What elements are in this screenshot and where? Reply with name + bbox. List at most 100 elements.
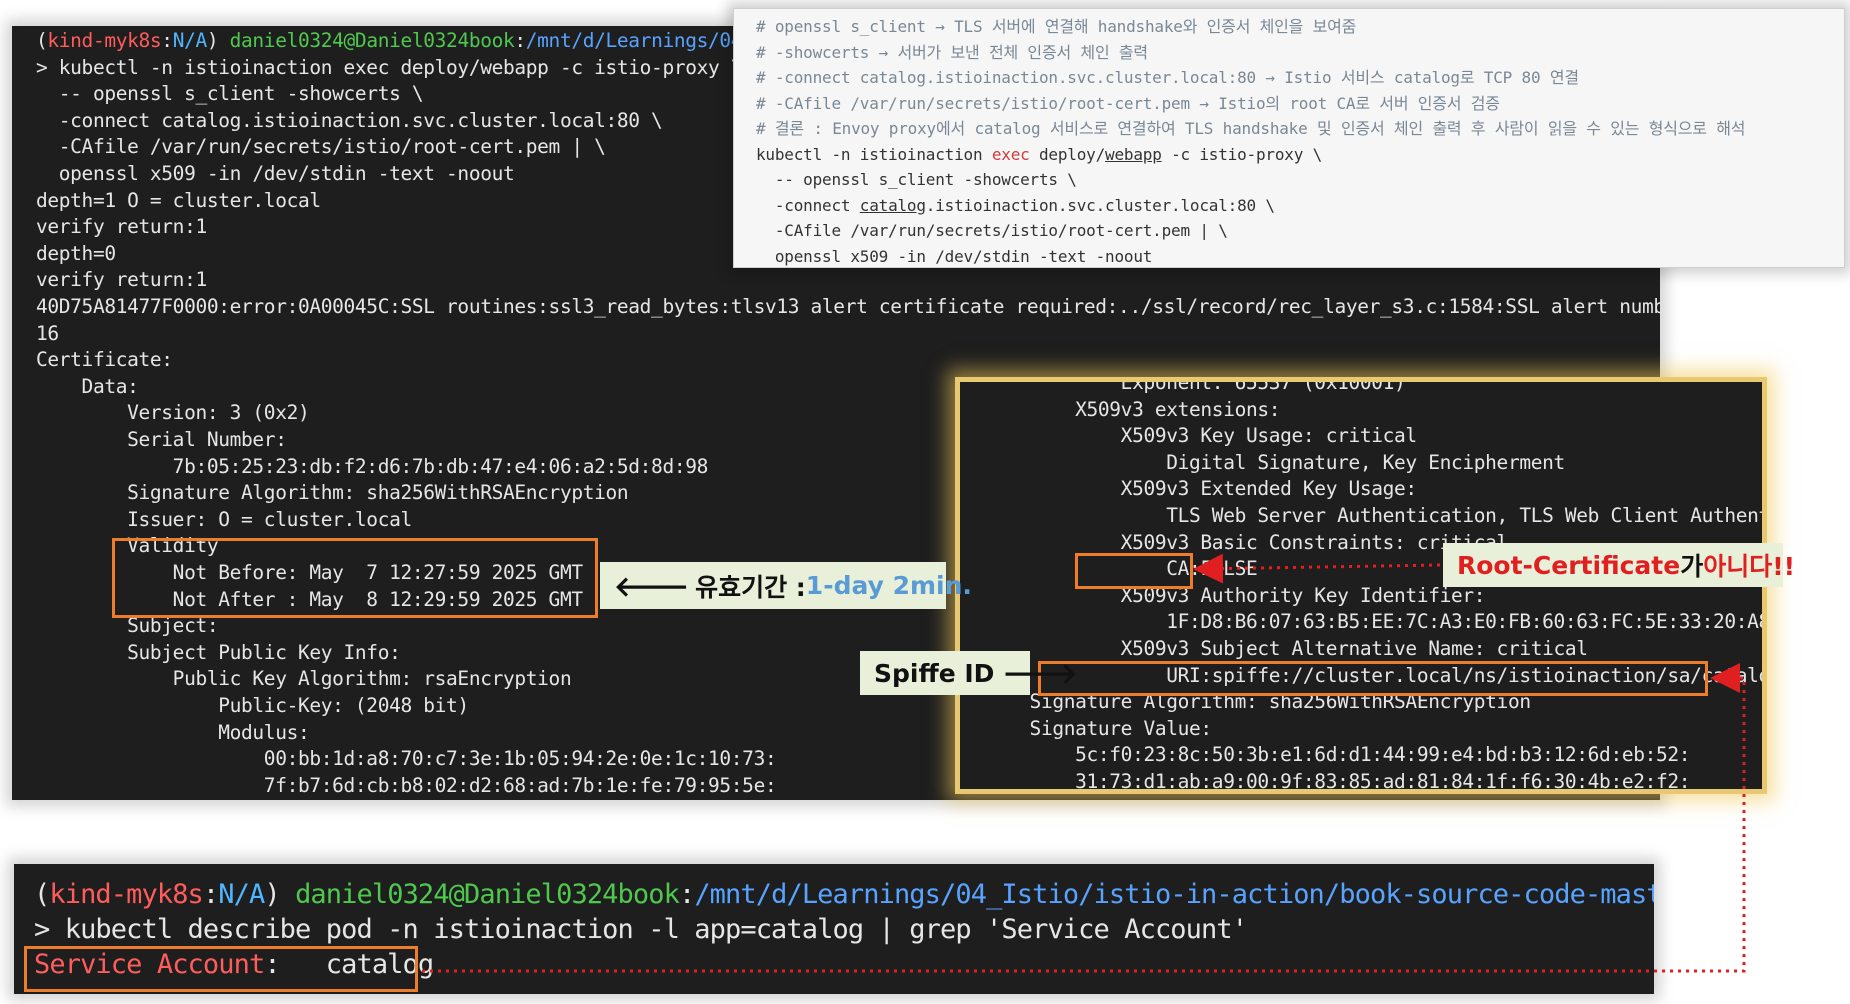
note-line-segment: # -CAfile /var/run/secrets/istio/root-ce… (756, 93, 1500, 113)
terminal-line: Signature Algorithm: sha256WithRSAEncryp… (36, 480, 629, 506)
terminal-line: 00:bb:1d:a8:70:c7:3e:1b:05:94:2e:0e:1c:1… (36, 746, 777, 772)
root-certificate-callout: Root-Certificate 가 아니다!! (1443, 543, 1795, 587)
note-line-segment: # -showcerts → 서버가 보낸 전체 인증서 체인 출력 (756, 42, 1148, 62)
extension-line: TLS Web Server Authentication, TLS Web C… (984, 503, 1767, 529)
extension-line-segment: X509v3 Extended Key Usage: (984, 477, 1418, 501)
terminal-line-segment: ( (36, 29, 48, 52)
service-account-highlight-box (24, 946, 418, 992)
note-line: # -connect catalog.istioinaction.svc.clu… (756, 65, 1579, 90)
terminal-line-segment: -connect catalog.istioinaction.svc.clust… (36, 108, 663, 132)
note-line: -- openssl s_client -showcerts \ (756, 167, 1077, 192)
terminal-line: 16 (36, 321, 59, 347)
bottom-terminal-line-segment: N/A (218, 879, 265, 910)
terminal-line: verify return:1 (36, 267, 207, 293)
right-arrow-icon: 🡒 (1002, 657, 1078, 690)
note-line: openssl x509 -in /dev/stdin -text -noout (756, 244, 1153, 268)
terminal-line-segment: Issuer: O = cluster.local (36, 507, 412, 531)
terminal-line-segment: 7b:05:25:23:db:f2:d6:7b:db:47:e4:06:a2:5… (36, 454, 709, 478)
terminal-line-segment: verify return:1 (36, 215, 207, 239)
validity-callout-value: 1-day 2min. (805, 571, 972, 600)
terminal-line-segment: ) (206, 29, 230, 52)
terminal-line: Data: (36, 374, 139, 400)
extension-line: 1F:D8:B6:07:63:B5:EE:7C:A3:E0:FB:60:63:F… (984, 609, 1767, 635)
bottom-terminal-line-segment: : (678, 879, 695, 910)
root-certificate-callout-part2: 가 (1680, 552, 1704, 581)
note-line-segment: -- openssl s_client -showcerts \ (756, 170, 1077, 189)
terminal-line-segment: : (161, 29, 173, 52)
terminal-line: -CAfile /var/run/secrets/istio/root-cert… (36, 134, 606, 160)
note-line-segment: -CAfile /var/run/secrets/istio/root-cert… (756, 221, 1228, 240)
terminal-line-segment: 40D75A81477F0000:error:0A00045C:SSL rout… (36, 295, 1660, 318)
extension-line: X509v3 Basic Constraints: critical (984, 530, 1509, 556)
extension-line: X509v3 Key Usage: critical (984, 423, 1418, 449)
extension-line-segment: TLS Web Server Authentication, TLS Web C… (984, 504, 1767, 527)
terminal-line: Subject Public Key Info: (36, 640, 401, 666)
note-line: kubectl -n istioinaction exec deploy/web… (756, 142, 1322, 167)
terminal-line-segment: depth=1 O = cluster.local (36, 188, 321, 212)
terminal-line: Issuer: O = cluster.local (36, 507, 412, 533)
validity-callout-label: 유효기간 : (695, 572, 806, 602)
extension-line-segment: X509v3 Authority Key Identifier: (984, 583, 1486, 607)
terminal-line-segment: kind-myk8s (47, 29, 162, 52)
terminal-line: 7f:b7:6d:cb:b8:02:d2:68:ad:7b:1e:fe:79:9… (36, 773, 777, 799)
bottom-terminal-line: > kubectl describe pod -n istioinaction … (34, 913, 1248, 947)
note-line-segment: # openssl s_client → TLS 서버에 연결해 handsha… (756, 17, 1357, 36)
extension-line-segment: X509v3 Key Usage: critical (984, 424, 1418, 448)
terminal-line-segment: Certificate: (36, 348, 173, 372)
extension-line-segment: Digital Signature, Key Encipherment (984, 450, 1565, 474)
root-certificate-callout-part3: 아니다!! (1703, 552, 1796, 581)
left-arrow-icon: 🡐 (614, 569, 690, 603)
extension-line-segment: 31:73:d1:ab:a9:00:9f:83:85:ad:81:84:1f:f… (984, 770, 1691, 793)
note-line-segment: kubectl -n istioinaction (756, 144, 992, 164)
terminal-line: Public Key Algorithm: rsaEncryption (36, 666, 572, 692)
spiffe-id-callout: Spiffe ID 🡒 (860, 651, 1078, 695)
terminal-line-segment: N/A (172, 29, 208, 52)
bottom-terminal-line-segment: kind-myk8s (49, 879, 203, 910)
terminal-line-segment: 16 (36, 321, 59, 345)
terminal-line: Version: 3 (0x2) (36, 400, 310, 426)
extension-line: X509v3 extensions: (984, 397, 1280, 423)
extension-line-segment: X509v3 Basic Constraints: critical (984, 530, 1509, 554)
extension-line: Signature Value: (984, 716, 1213, 742)
bottom-terminal-line-segment: ( (34, 879, 50, 910)
terminal-line-segment: Version: 3 (0x2) (36, 401, 310, 425)
note-line-segment: openssl x509 -in /dev/stdin -text -noout (756, 246, 1153, 266)
extension-line: Exponent: 65537 (0x10001) (984, 377, 1406, 396)
note-line-segment: -connect (756, 195, 860, 215)
terminal-line: > kubectl -n istioinaction exec deploy/w… (36, 55, 743, 81)
extension-line-segment: Exponent: 65537 (0x10001) (984, 377, 1406, 394)
terminal-line-segment: verify return:1 (36, 268, 207, 292)
terminal-line: -connect catalog.istioinaction.svc.clust… (36, 108, 663, 134)
note-line: -CAfile /var/run/secrets/istio/root-cert… (756, 218, 1228, 243)
note-line: # 결론 : Envoy proxy에서 catalog 서비스로 연결하여 T… (756, 116, 1745, 141)
root-certificate-callout-part1: Root-Certificate (1457, 550, 1681, 580)
spiffe-uri-highlight-box (1038, 661, 1708, 696)
extension-line: 31:73:d1:ab:a9:00:9f:83:85:ad:81:84:1f:f… (984, 769, 1691, 793)
terminal-line: Modulus: (36, 720, 309, 746)
terminal-line: Public-Key: (2048 bit) (36, 693, 469, 719)
terminal-line-segment: openssl x509 -in /dev/stdin -text -noout (36, 162, 515, 185)
note-line-segment: deploy/ (1029, 144, 1106, 164)
terminal-line: openssl x509 -in /dev/stdin -text -noout (36, 161, 515, 187)
terminal-line: depth=1 O = cluster.local (36, 188, 321, 214)
terminal-line-segment: Public-Key: (2048 bit) (36, 694, 469, 717)
bottom-terminal-line-segment: > kubectl describe pod -n istioinaction … (34, 914, 1248, 945)
terminal-line-segment: Signature Algorithm: sha256WithRSAEncryp… (36, 481, 629, 505)
bottom-terminal-line-segment: /mnt/d/Learnings/04_Istio/istio-in-actio… (694, 879, 1654, 910)
note-line-segment: exec (991, 144, 1030, 164)
note-line-segment: webapp (1105, 144, 1162, 164)
terminal-line-segment: Public Key Algorithm: rsaEncryption (36, 667, 572, 691)
extension-line: X509v3 Extended Key Usage: (984, 476, 1418, 502)
note-line-segment: -c istio-proxy \ (1161, 144, 1322, 164)
extension-line-segment: Signature Value: (984, 716, 1213, 740)
note-line-segment: catalog (859, 195, 926, 215)
extension-line: X509v3 Authority Key Identifier: (984, 583, 1486, 609)
extension-line: 5c:f0:23:8c:50:3b:e1:6d:d1:44:99:e4:bd:b… (984, 742, 1690, 768)
note-line: -connect catalog.istioinaction.svc.clust… (756, 193, 1275, 218)
bottom-terminal-line-segment: : (202, 879, 219, 910)
terminal-line: -- openssl s_client -showcerts \ (36, 81, 424, 107)
extension-line-segment: 1F:D8:B6:07:63:B5:EE:7C:A3:E0:FB:60:63:F… (984, 610, 1767, 634)
note-line: # -showcerts → 서버가 보낸 전체 인증서 체인 출력 (756, 40, 1148, 65)
terminal-line: Serial Number: (36, 427, 287, 453)
terminal-line-segment: -CAfile /var/run/secrets/istio/root-cert… (36, 135, 606, 159)
